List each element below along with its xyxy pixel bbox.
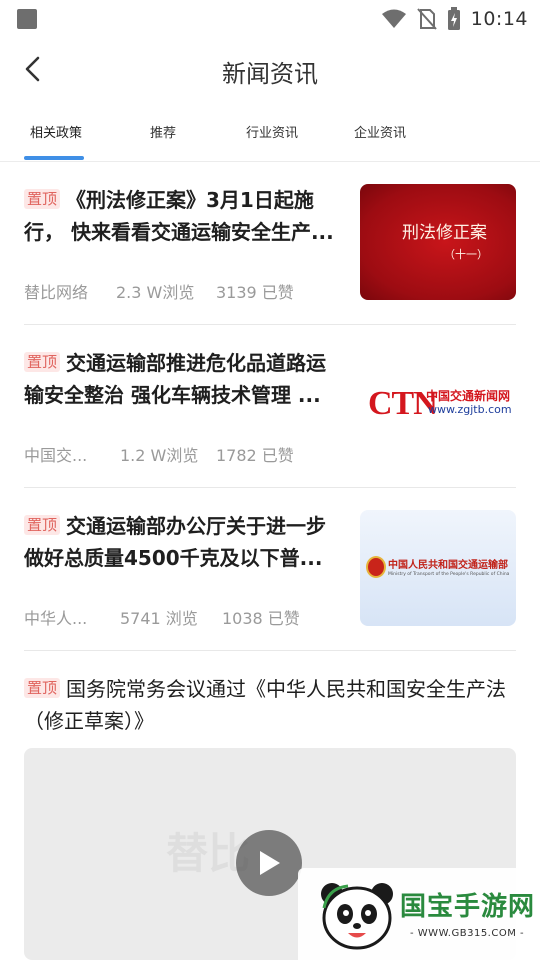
news-thumbnail: 中国人民共和国交通运输部 Ministry of Transport of th… xyxy=(360,510,516,626)
play-icon xyxy=(260,851,280,875)
site-logo-title: 国宝手游网 xyxy=(400,892,536,922)
pinned-badge: 置顶 xyxy=(24,352,61,372)
thumbnail-subtitle: （十一） xyxy=(444,248,488,261)
news-item[interactable]: 置顶 《刑法修正案》3月1日起施行， 快来看看交通运输安全生产... 替比网络 2… xyxy=(24,162,516,325)
news-title: 置顶 国务院常务会议通过《中华人民共和国安全生产法（修正草案）》 xyxy=(24,673,516,737)
tab-recommended[interactable]: 推荐 xyxy=(150,122,176,141)
news-title: 置顶 交通运输部推进危化品道路运输安全整治 强化车辆技术管理 ... xyxy=(24,347,342,411)
org-name: 中国人民共和国交通运输部 xyxy=(388,560,508,571)
news-meta: 替比网络 2.3 W浏览 3139 已赞 xyxy=(24,279,294,303)
news-likes: 1038 已赞 xyxy=(222,609,300,628)
news-item[interactable]: 置顶 国务院常务会议通过《中华人民共和国安全生产法（修正草案）》 xyxy=(24,651,516,748)
tab-related-policy[interactable]: 相关政策 xyxy=(30,122,82,141)
news-title-text: 《刑法修正案》3月1日起施行， 快来看看交通运输安全生产... xyxy=(24,188,334,244)
status-icons: 10:14 xyxy=(381,0,528,38)
app-notification-icon xyxy=(17,9,37,29)
news-views: 5741 浏览 xyxy=(120,609,198,628)
top-app-bar: 新闻资讯 xyxy=(0,38,540,100)
pinned-badge: 置顶 xyxy=(24,515,61,535)
pinned-badge: 置顶 xyxy=(24,678,61,698)
site-logo-url: - WWW.GB315.COM - xyxy=(410,928,525,939)
pinned-badge: 置顶 xyxy=(24,189,61,209)
news-title: 置顶 《刑法修正案》3月1日起施行， 快来看看交通运输安全生产... xyxy=(24,184,342,248)
news-meta: 中华人... 5741 浏览 1038 已赞 xyxy=(24,605,300,629)
news-meta: 中国交... 1.2 W浏览 1782 已赞 xyxy=(24,442,294,466)
news-title-text: 交通运输部推进危化品道路运输安全整治 强化车辆技术管理 ... xyxy=(24,351,327,407)
news-source: 中国交... xyxy=(24,446,88,465)
site-watermark: 国宝手游网 - WWW.GB315.COM - xyxy=(298,868,540,960)
org-name-english: Ministry of Transport of the People's Re… xyxy=(388,572,510,577)
news-likes: 1782 已赞 xyxy=(216,446,294,465)
site-name: 中国交通新闻网 xyxy=(426,389,511,403)
site-url: www.zgjtb.com xyxy=(428,403,512,416)
play-button[interactable] xyxy=(236,830,302,896)
news-likes: 3139 已赞 xyxy=(216,283,294,302)
news-title-text: 交通运输部办公厅关于进一步做好总质量4500千克及以下普... xyxy=(24,514,327,570)
battery-charging-icon xyxy=(447,7,460,30)
wifi-icon xyxy=(381,9,406,28)
category-tabs: 相关政策 推荐 行业资讯 企业资讯 xyxy=(0,108,540,162)
panda-logo-icon xyxy=(321,883,393,950)
news-title: 置顶 交通运输部办公厅关于进一步做好总质量4500千克及以下普... xyxy=(24,510,342,574)
active-tab-indicator xyxy=(24,156,84,160)
news-source: 替比网络 xyxy=(24,283,89,302)
no-sim-icon xyxy=(416,8,437,30)
thumbnail-title: 刑法修正案 xyxy=(402,223,487,243)
news-title-text: 国务院常务会议通过《中华人民共和国安全生产法（修正草案）》 xyxy=(24,677,507,733)
tab-company-news[interactable]: 企业资讯 xyxy=(354,122,406,141)
news-source: 中华人... xyxy=(24,609,88,628)
page-title: 新闻资讯 xyxy=(222,60,318,88)
news-item[interactable]: 置顶 交通运输部办公厅关于进一步做好总质量4500千克及以下普... 中华人...… xyxy=(24,488,516,651)
news-views: 1.2 W浏览 xyxy=(120,446,199,465)
clock: 10:14 xyxy=(470,8,528,30)
national-emblem-icon xyxy=(366,556,386,578)
news-thumbnail: CTN 中国交通新闻网 www.zgjtb.com xyxy=(360,347,516,463)
status-bar: 10:14 xyxy=(0,0,540,38)
news-thumbnail: 刑法修正案 （十一） xyxy=(360,184,516,300)
tab-industry-news[interactable]: 行业资讯 xyxy=(246,122,298,141)
news-views: 2.3 W浏览 xyxy=(116,283,195,302)
news-item[interactable]: 置顶 交通运输部推进危化品道路运输安全整治 强化车辆技术管理 ... 中国交...… xyxy=(24,325,516,488)
